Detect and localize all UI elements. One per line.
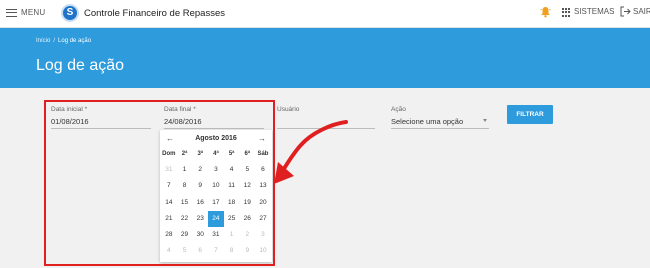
calendar-month: Agosto 2016 (195, 135, 237, 142)
calendar-day-selected[interactable]: 24 (208, 210, 224, 227)
page-title: Log de ação (36, 57, 125, 74)
weekday-label: 3ª (197, 151, 203, 157)
calendar-day[interactable]: 16 (192, 195, 208, 211)
calendar-day[interactable]: 7 (161, 178, 177, 194)
calendar-day[interactable]: 5 (177, 243, 193, 259)
weekday-label: 2ª (181, 151, 188, 157)
calendar-day[interactable]: 6 (192, 243, 208, 259)
menu-label: MENU (21, 8, 46, 17)
calendar-day[interactable]: 8 (224, 243, 240, 259)
calendar-day[interactable]: 8 (177, 178, 193, 194)
exit-icon[interactable] (620, 6, 631, 17)
date-picker: ← Agosto 2016 → Dom 2ª 3ª 4ª 5ª 6ª Sáb 3… (160, 130, 272, 262)
usuario-field[interactable]: Usuário (277, 106, 375, 129)
breadcrumb-separator: / (53, 38, 56, 44)
calendar-day[interactable]: 11 (224, 178, 240, 194)
calendar-day[interactable]: 10 (208, 178, 224, 194)
calendar-day[interactable]: 28 (161, 227, 177, 243)
weekday-label: 5ª (228, 151, 235, 157)
calendar-day[interactable]: 2 (239, 227, 255, 243)
calendar-day[interactable]: 3 (208, 162, 224, 178)
data-final-label: Data final * (164, 106, 196, 113)
usuario-label: Usuário (277, 106, 300, 113)
acao-label: Ação (391, 106, 406, 113)
calendar-header: ← Agosto 2016 → (160, 134, 272, 146)
chevron-down-icon[interactable] (483, 119, 487, 122)
calendar-day[interactable]: 12 (239, 178, 255, 194)
breadcrumb: Início / Log de ação (36, 38, 91, 44)
data-inicial-input[interactable]: 01/08/2016 (51, 117, 151, 126)
usuario-input[interactable] (277, 117, 375, 126)
calendar-day[interactable]: 13 (255, 178, 271, 194)
calendar-day[interactable]: 2 (192, 162, 208, 178)
menu-button[interactable]: MENU (6, 8, 45, 17)
data-inicial-field[interactable]: Data inicial * 01/08/2016 (51, 106, 151, 129)
filtrar-button[interactable]: FILTRAR (507, 105, 553, 124)
weekday-label: Dom (162, 151, 176, 157)
calendar-day[interactable]: 15 (177, 195, 193, 211)
calendar-day[interactable]: 9 (239, 243, 255, 259)
calendar-day[interactable]: 29 (177, 227, 193, 243)
bell-icon[interactable] (540, 6, 551, 18)
calendar-day[interactable]: 31 (208, 227, 224, 243)
weekday-label: Sáb (257, 151, 269, 157)
acao-field[interactable]: Ação Selecione uma opção (391, 106, 489, 129)
calendar-day[interactable]: 22 (177, 211, 193, 227)
weekday-label: 6ª (244, 151, 251, 157)
calendar-day[interactable]: 18 (224, 195, 240, 211)
data-final-field[interactable]: Data final * 24/08/2016 (164, 106, 264, 129)
calendar-grid: Dom 2ª 3ª 4ª 5ª 6ª Sáb 31 1 2 3 4 5 6 7 8 9 10 11 12… (161, 146, 271, 259)
breadcrumb-current: Log de ação (58, 38, 92, 44)
calendar-day[interactable]: 3 (255, 227, 271, 243)
data-final-underline (164, 128, 264, 129)
top-bar: MENU S Controle Financeiro de Repasses S… (0, 0, 650, 28)
data-inicial-underline (51, 128, 151, 129)
weekday-label: 4ª (213, 151, 219, 157)
calendar-day[interactable]: 1 (177, 162, 193, 178)
calendar-day[interactable]: 4 (224, 162, 240, 178)
calendar-day[interactable]: 6 (255, 162, 271, 178)
calendar-day[interactable]: 25 (224, 211, 240, 227)
breadcrumb-home[interactable]: Início (36, 38, 50, 44)
menu-icon (6, 8, 17, 17)
calendar-day[interactable]: 30 (192, 227, 208, 243)
usuario-underline (277, 128, 375, 129)
sistemas-link[interactable]: SISTEMAS (574, 7, 614, 16)
calendar-day[interactable]: 14 (161, 195, 177, 211)
calendar-day[interactable]: 21 (161, 211, 177, 227)
data-final-input[interactable]: 24/08/2016 (164, 117, 264, 126)
calendar-day[interactable]: 23 (192, 211, 208, 227)
acao-underline (391, 128, 489, 129)
page-header: Início / Log de ação Log de ação (0, 28, 650, 88)
calendar-day[interactable]: 19 (239, 195, 255, 211)
calendar-day[interactable]: 31 (161, 162, 177, 178)
calendar-day[interactable]: 7 (208, 243, 224, 259)
app-title[interactable]: Controle Financeiro de Repasses (84, 8, 225, 19)
calendar-day[interactable]: 20 (255, 195, 271, 211)
calendar-day[interactable]: 4 (161, 243, 177, 259)
logo-icon[interactable]: S (61, 4, 79, 22)
arrow-right-icon[interactable]: → (258, 134, 266, 143)
calendar-day[interactable]: 10 (255, 243, 271, 259)
calendar-day[interactable]: 9 (192, 178, 208, 194)
calendar-day[interactable]: 5 (239, 162, 255, 178)
calendar-day[interactable]: 26 (239, 211, 255, 227)
acao-select[interactable]: Selecione uma opção (391, 117, 489, 126)
grid-icon[interactable] (562, 8, 571, 17)
data-inicial-label: Data inicial * (51, 106, 88, 113)
calendar-day[interactable]: 1 (224, 227, 240, 243)
calendar-day[interactable]: 27 (255, 211, 271, 227)
logout-link[interactable]: SAIR (633, 7, 650, 16)
calendar-day[interactable]: 17 (208, 195, 224, 211)
